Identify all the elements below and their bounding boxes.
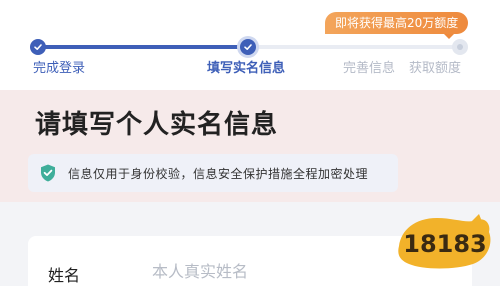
step-label-complete-info: 完善信息 bbox=[343, 61, 396, 76]
credit-limit-badge: 即将获得最高20万额度 bbox=[325, 12, 469, 39]
privacy-notice: 信息仅用于身份校验，信息安全保护措施全程加密处理 bbox=[28, 154, 398, 192]
step-2-check-icon bbox=[240, 39, 256, 55]
privacy-notice-text: 信息仅用于身份校验，信息安全保护措施全程加密处理 bbox=[68, 166, 369, 181]
name-input[interactable] bbox=[152, 258, 422, 284]
page-title: 请填写个人实名信息 bbox=[35, 110, 279, 140]
name-field-label: 姓名 bbox=[48, 266, 81, 285]
shield-icon bbox=[41, 164, 55, 182]
progress-track-remaining bbox=[248, 45, 460, 49]
step-label-login: 完成登录 bbox=[33, 61, 86, 76]
logo-text: 18183 bbox=[403, 230, 487, 258]
site-logo: 18183 bbox=[398, 214, 491, 269]
step-label-get-limit: 获取额度 bbox=[409, 61, 462, 76]
step-label-realname: 填写实名信息 bbox=[207, 61, 286, 76]
progress-header: 即将获得最高20万额度 完成登录 填写实名信息 完善信息 获取额度 bbox=[0, 0, 500, 90]
step-4-pending-icon bbox=[452, 39, 468, 55]
progress-track-completed bbox=[38, 45, 248, 49]
step-1-check-icon bbox=[30, 39, 46, 55]
